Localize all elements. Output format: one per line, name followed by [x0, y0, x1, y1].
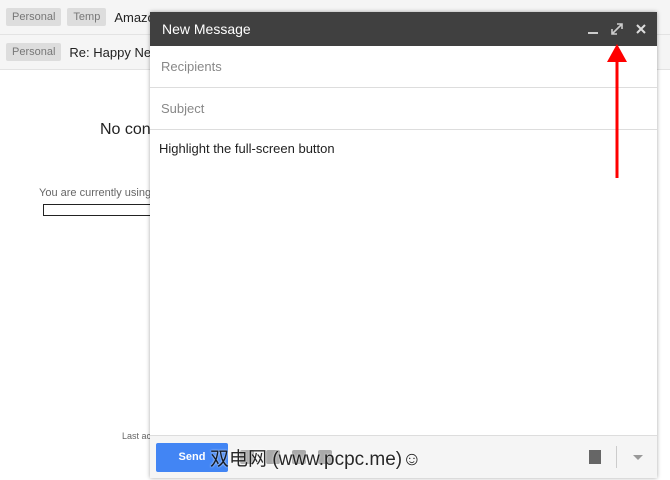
watermark: 双电网 (www.pcpc.me)☺ [210, 449, 422, 470]
recipients-row [150, 46, 657, 88]
label-personal[interactable]: Personal [6, 43, 62, 61]
no-conversation-text: No con [100, 121, 151, 138]
fullscreen-icon[interactable] [609, 21, 625, 37]
email-subject: Re: Happy Ne [69, 44, 152, 60]
storage-usage-text: You are currently using [39, 187, 152, 199]
last-activity-text: Last ac [122, 431, 152, 441]
message-body[interactable]: Highlight the full-screen button [150, 130, 657, 167]
compose-header[interactable]: New Message [150, 12, 657, 46]
compose-window: New Message Highlight the full-screen bu… [150, 12, 657, 478]
email-subject: Amazo [114, 9, 155, 25]
subject-input[interactable] [159, 100, 643, 117]
label-personal[interactable]: Personal [6, 8, 62, 26]
minimize-icon[interactable] [585, 21, 601, 37]
recipients-input[interactable] [159, 58, 643, 75]
compose-toolbar: Send 双电网 (www.pcpc.me)☺ [150, 435, 657, 478]
close-icon[interactable] [633, 21, 649, 37]
subject-row [150, 88, 657, 130]
label-temp[interactable]: Temp [67, 8, 107, 26]
more-options-icon[interactable] [633, 455, 643, 460]
toolbar-divider [616, 446, 617, 468]
compose-title: New Message [162, 21, 251, 37]
trash-icon[interactable] [589, 450, 601, 464]
